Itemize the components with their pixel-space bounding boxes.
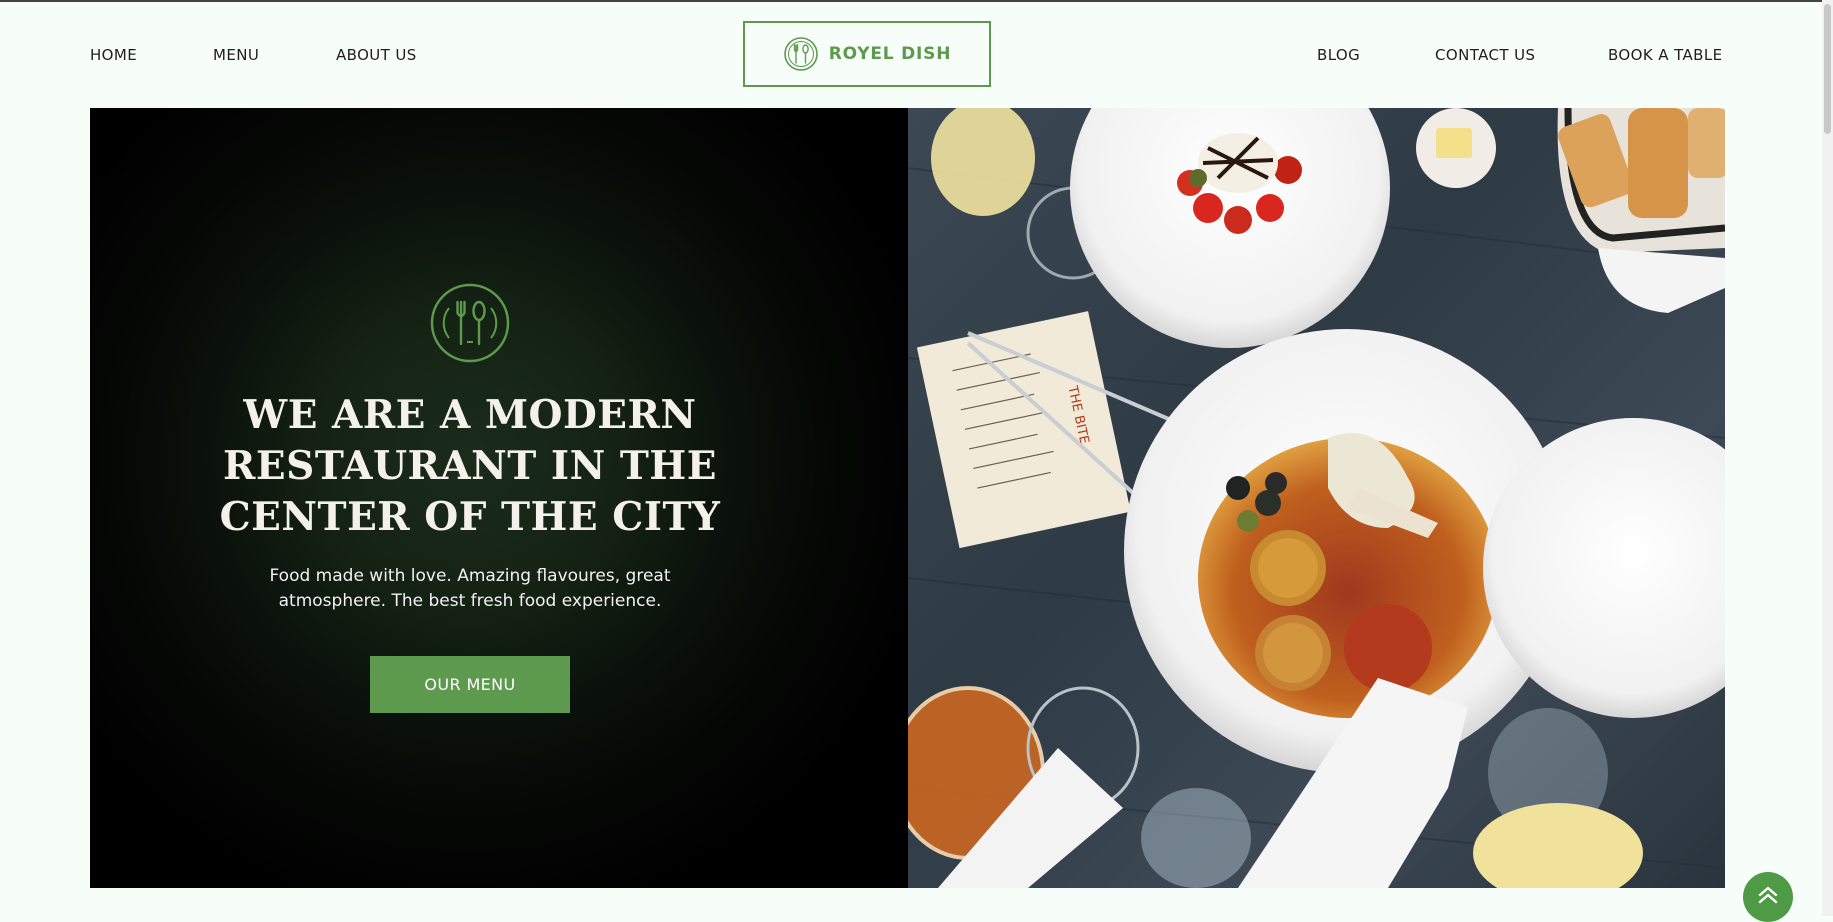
hero-subtitle-line: atmosphere. The best fresh food experien… xyxy=(278,591,662,611)
hero-title-line: CENTER OF THE CITY xyxy=(219,494,721,540)
scrollbar-thumb[interactable] xyxy=(1824,4,1831,134)
hero-title: WE ARE A MODERN RESTAURANT IN THE CENTER… xyxy=(190,390,750,543)
nav-book-a-table[interactable]: BOOK A TABLE xyxy=(1608,46,1722,64)
nav-menu[interactable]: MENU xyxy=(213,46,259,64)
nav-home[interactable]: HOME xyxy=(90,46,137,64)
site-logo[interactable]: ROYEL DISH xyxy=(743,21,991,87)
logo-text: ROYEL DISH xyxy=(828,44,952,64)
back-to-top-button[interactable] xyxy=(1743,872,1793,922)
double-chevron-up-icon xyxy=(1758,886,1778,904)
hero-title-line: RESTAURANT IN THE xyxy=(223,443,717,489)
hero-title-line: WE ARE A MODERN xyxy=(243,392,697,438)
nav-blog[interactable]: BLOG xyxy=(1317,46,1360,64)
site-header: HOME MENU ABOUT US ROYEL DISH BLOG CONTA… xyxy=(0,0,1833,108)
fork-spoon-icon xyxy=(783,37,818,71)
nav-about-us[interactable]: ABOUT US xyxy=(336,46,417,64)
fork-spoon-circle-icon xyxy=(430,283,510,363)
nav-contact-us[interactable]: CONTACT US xyxy=(1435,46,1535,64)
our-menu-button[interactable]: OUR MENU xyxy=(370,656,570,713)
scrollbar-track[interactable] xyxy=(1822,0,1833,916)
hero-subtitle: Food made with love. Amazing flavoures, … xyxy=(240,564,700,614)
food-table-illustration: THE BITE xyxy=(908,108,1725,888)
hero-panel: WE ARE A MODERN RESTAURANT IN THE CENTER… xyxy=(90,108,908,888)
hero-subtitle-line: Food made with love. Amazing flavoures, … xyxy=(269,566,671,586)
hero-food-image: THE BITE xyxy=(908,108,1725,888)
